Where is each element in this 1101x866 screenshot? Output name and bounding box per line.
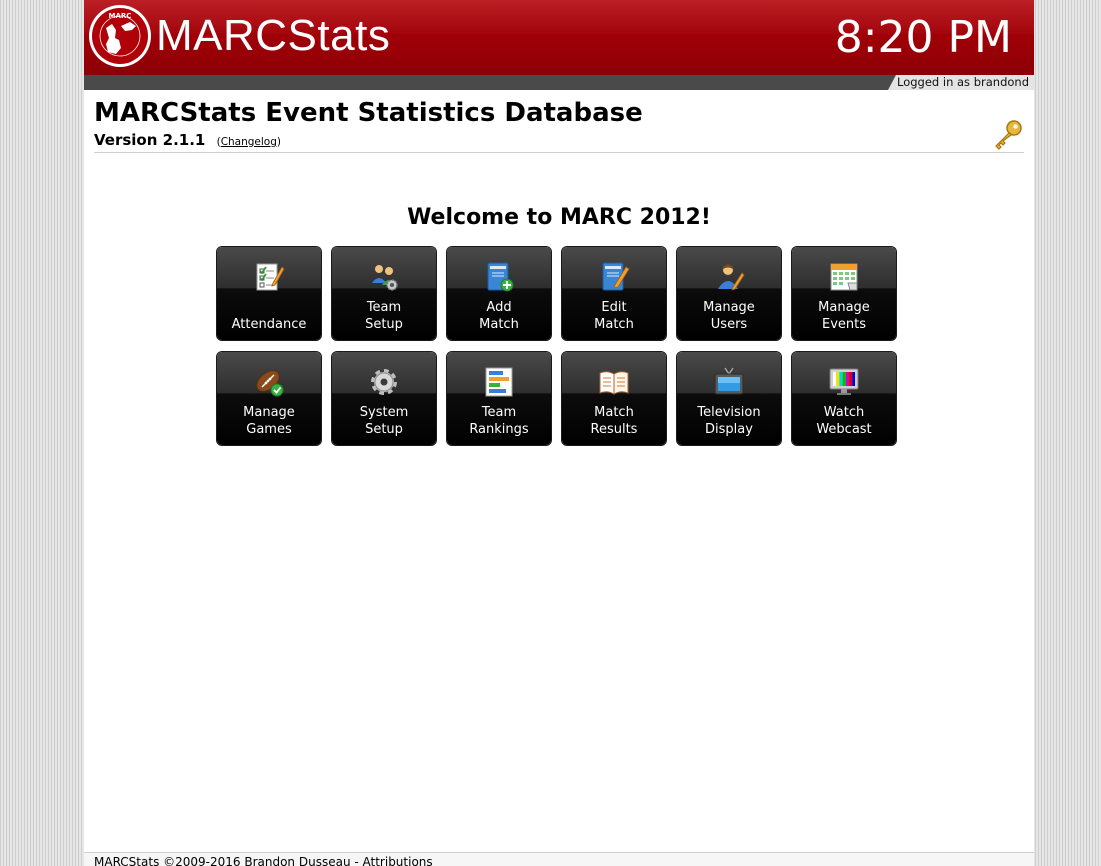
rankings-chart-icon [485,367,513,397]
gear-icon [371,369,397,395]
page-title: MARCStats Event Statistics Database [94,98,643,128]
footer: MARCStats ©2009-2016 Brandon Dusseau - A… [84,852,1034,866]
manage-users-button[interactable]: Manage Users [677,247,781,340]
attendance-button[interactable]: Attendance [217,247,321,340]
edit-match-icon [602,262,630,291]
match-results-button[interactable]: Match Results [562,352,666,445]
system-setup-button[interactable]: System Setup [332,352,436,445]
add-match-icon [487,262,514,292]
tile-label: Manage Users [703,300,755,332]
webcast-monitor-icon [829,368,859,395]
edit-match-button[interactable]: Edit Match [562,247,666,340]
logged-in-status: Logged in as brandond [888,75,1034,90]
team-setup-icon [372,265,398,291]
footer-copyright: MARCStats ©2009-2016 Brandon Dusseau - [94,855,363,866]
manage-events-button[interactable]: Manage Events [792,247,896,340]
tile-label: Team Rankings [469,405,529,437]
attendance-checklist-icon [256,263,285,291]
welcome-heading: Welcome to MARC 2012! [407,205,711,230]
calendar-icon [830,263,858,291]
open-book-icon [599,371,629,395]
version-text: Version 2.1.1 [94,131,206,149]
tile-label: Watch Webcast [816,405,872,437]
add-match-button[interactable]: Add Match [447,247,551,340]
tile-label: Manage Events [818,300,870,332]
changelog-link[interactable]: Changelog [221,136,277,148]
tile-label: System Setup [359,405,409,437]
manage-users-icon [718,264,745,291]
team-setup-button[interactable]: Team Setup [332,247,436,340]
changelog-wrapper: (Changelog) [216,136,282,148]
tile-label: Manage Games [243,405,295,437]
tile-label: Television Display [697,405,761,437]
team-rankings-button[interactable]: Team Rankings [447,352,551,445]
seal-text: MARC [109,12,132,20]
header-banner: MARC MARCStats 8:20 PM [84,0,1034,75]
version-line: Version 2.1.1 (Changelog) [94,131,281,151]
television-icon [714,367,744,395]
tile-label: Add Match [479,300,519,332]
watch-webcast-button[interactable]: Watch Webcast [792,352,896,445]
tile-label: Team Setup [365,300,403,332]
status-bar: Logged in as brandond [84,75,1034,90]
marc-seal-logo-icon[interactable]: MARC [88,4,152,68]
manage-games-button[interactable]: Manage Games [217,352,321,445]
tile-label: Match Results [590,405,638,437]
clock: 8:20 PM [834,12,1012,63]
tile-label: Edit Match [594,300,634,332]
football-icon [256,370,284,397]
key-icon[interactable] [992,118,1024,150]
television-display-button[interactable]: Television Display [677,352,781,445]
attributions-link[interactable]: Attributions [363,855,433,866]
title-divider [94,152,1024,153]
brand-wordmark: MARCStats [156,11,391,60]
tile-label: Attendance [231,317,307,332]
page: MARC MARCStats 8:20 PM Logged in as bran… [84,0,1034,866]
